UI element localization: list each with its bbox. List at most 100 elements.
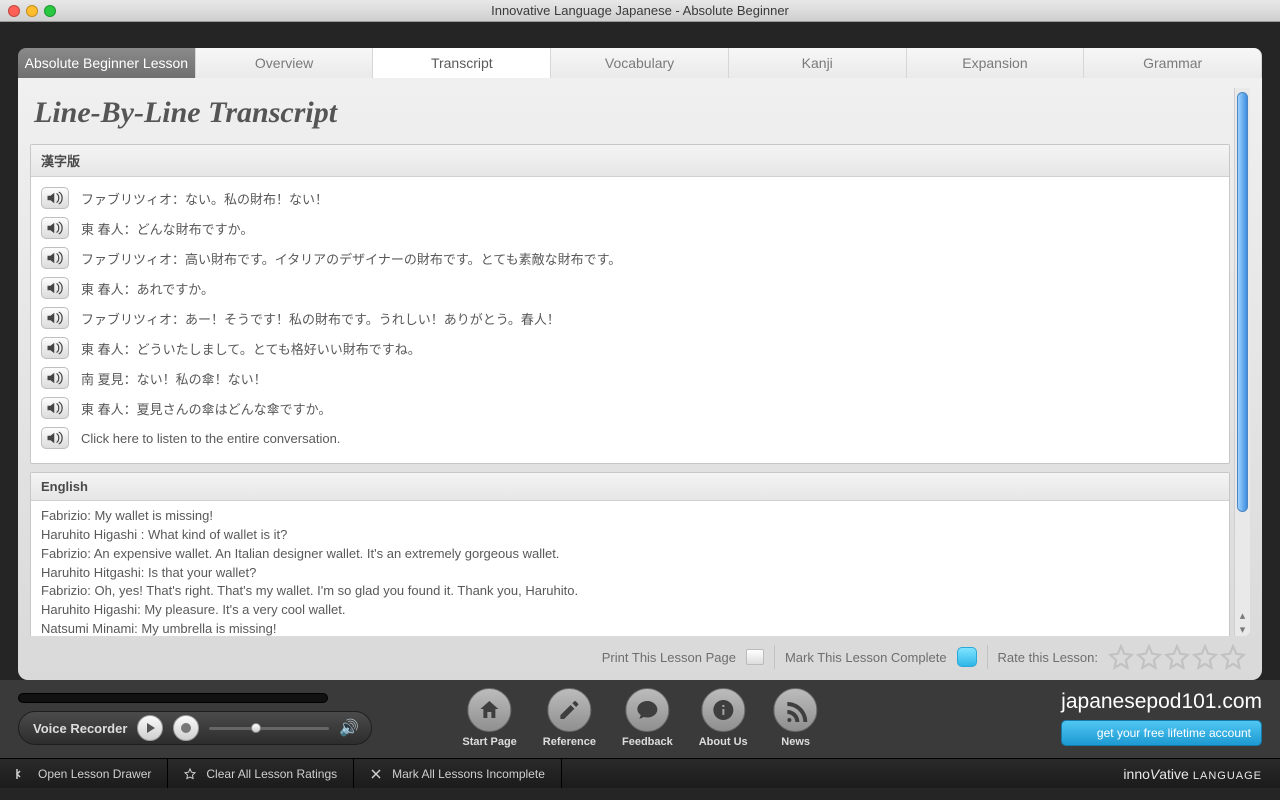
transcript-text: 東 春人：夏見さんの傘はどんな傘ですか。 [81, 399, 331, 418]
tab-grammar[interactable]: Grammar [1084, 48, 1262, 78]
star-4[interactable] [1192, 644, 1218, 670]
open-lesson-drawer-button[interactable]: Open Lesson Drawer [0, 759, 168, 788]
star-3[interactable] [1164, 644, 1190, 670]
transcript-line: 東 春人：あれですか。 [41, 273, 1219, 303]
english-panel-title: English [31, 473, 1229, 501]
play-line-audio-button[interactable] [41, 397, 69, 419]
transcript-text: 東 春人：どういたしまして。とても格好いい財布ですね。 [81, 339, 421, 358]
rate-lesson-label: Rate this Lesson: [998, 650, 1098, 665]
speaker-icon [46, 311, 64, 325]
printer-icon[interactable] [746, 649, 764, 665]
voice-recorder: Voice Recorder 🔊 [18, 711, 372, 745]
content-frame: Line-By-Line Transcript 漢字版 ファブリツィオ：ない。私… [18, 78, 1262, 680]
separator [987, 645, 988, 669]
speaker-icon [46, 251, 64, 265]
print-lesson-link[interactable]: Print This Lesson Page [602, 650, 736, 665]
listen-all-link[interactable]: Click here to listen to the entire conve… [81, 431, 340, 446]
brand-block: japanesepod101.com get your free lifetim… [1061, 690, 1262, 746]
transcript-line: 東 春人：どんな財布ですか。 [41, 213, 1219, 243]
quick-link-feedback[interactable]: Feedback [622, 688, 673, 748]
english-panel: English Fabrizio: My wallet is missing!H… [30, 472, 1230, 636]
rating-stars [1108, 644, 1246, 670]
quick-link-label: Reference [543, 736, 596, 748]
tab-overview[interactable]: Overview [196, 48, 374, 78]
quick-link-reference[interactable]: Reference [543, 688, 596, 748]
star-5[interactable] [1220, 644, 1246, 670]
quick-link-about-us[interactable]: About Us [699, 688, 748, 748]
drawer-icon [16, 768, 28, 780]
quick-link-news[interactable]: News [774, 688, 818, 748]
transcript-text: 南 夏見：ない！私の傘！ない！ [81, 369, 267, 388]
play-line-audio-button[interactable] [41, 307, 69, 329]
page-title: Line-By-Line Transcript [30, 88, 1230, 144]
play-line-audio-button[interactable] [41, 277, 69, 299]
player-bar: Voice Recorder 🔊 Start Page Reference Fe… [0, 680, 1280, 758]
tab-transcript[interactable]: Transcript [373, 48, 551, 78]
english-line: Fabrizio: Oh, yes! That's right. That's … [41, 582, 1219, 601]
scrollbar-down-icon[interactable]: ▾ [1235, 622, 1250, 636]
recorder-play-button[interactable] [137, 715, 163, 741]
voice-recorder-label: Voice Recorder [33, 721, 127, 736]
play-line-audio-button[interactable] [41, 367, 69, 389]
tab-kanji[interactable]: Kanji [729, 48, 907, 78]
transcript-line: ファブリツィオ：あー！そうです！私の財布です。うれしい！ありがとう。春人！ [41, 303, 1219, 333]
transcript-text: 東 春人：あれですか。 [81, 279, 214, 298]
play-all-audio-button[interactable] [41, 427, 69, 449]
star-1[interactable] [1108, 644, 1134, 670]
mark-complete-link[interactable]: Mark This Lesson Complete [785, 650, 947, 665]
quick-link-label: News [781, 736, 810, 748]
tab-vocabulary[interactable]: Vocabulary [551, 48, 729, 78]
clear-all-ratings-button[interactable]: Clear All Lesson Ratings [168, 759, 354, 788]
transcript-text: 東 春人：どんな財布ですか。 [81, 219, 253, 238]
lesson-action-row: Print This Lesson Page Mark This Lesson … [30, 636, 1250, 674]
recorder-record-button[interactable] [173, 715, 199, 741]
playback-progress[interactable] [18, 693, 328, 703]
slider-thumb[interactable] [251, 723, 261, 733]
transcript-line: 南 夏見：ない！私の傘！ない！ [41, 363, 1219, 393]
speaker-icon [46, 371, 64, 385]
mark-complete-checkbox[interactable] [957, 647, 977, 667]
window-titlebar: Innovative Language Japanese - Absolute … [0, 0, 1280, 22]
play-icon [147, 723, 155, 733]
speaker-icon [46, 221, 64, 235]
content-scrollbar[interactable]: ▴ ▾ [1234, 88, 1250, 636]
transcript-text: ファブリツィオ：ない。私の財布！ない！ [81, 189, 328, 208]
kanji-panel-title: 漢字版 [31, 145, 1229, 177]
innovative-language-logo: innoVative LANGUAGE [1105, 766, 1280, 782]
transcript-line: 東 春人：夏見さんの傘はどんな傘ですか。 [41, 393, 1219, 423]
speaker-icon [46, 191, 64, 205]
bottom-bar: Open Lesson Drawer Clear All Lesson Rati… [0, 758, 1280, 788]
star-2[interactable] [1136, 644, 1162, 670]
transcript-line-all: Click here to listen to the entire conve… [41, 423, 1219, 453]
english-line: Natsumi Minami: My umbrella is missing! [41, 620, 1219, 636]
speaker-icon [46, 341, 64, 355]
lesson-indicator-tab[interactable]: Absolute Beginner Lesson 13 [18, 48, 196, 78]
star-outline-icon [184, 768, 196, 780]
play-line-audio-button[interactable] [41, 217, 69, 239]
rss-icon [774, 688, 818, 732]
play-line-audio-button[interactable] [41, 187, 69, 209]
tab-strip: Absolute Beginner Lesson 13 Overview Tra… [18, 46, 1262, 78]
play-line-audio-button[interactable] [41, 337, 69, 359]
speech-bubble-icon [625, 688, 669, 732]
play-line-audio-button[interactable] [41, 247, 69, 269]
quick-link-label: About Us [699, 736, 748, 748]
x-icon [370, 768, 382, 780]
scrollbar-up-icon[interactable]: ▴ [1235, 608, 1250, 622]
recorder-volume-slider[interactable] [209, 727, 329, 730]
quick-link-start-page[interactable]: Start Page [462, 688, 516, 748]
home-icon [468, 688, 512, 732]
mark-all-incomplete-button[interactable]: Mark All Lessons Incomplete [354, 759, 562, 788]
kanji-panel: 漢字版 ファブリツィオ：ない。私の財布！ない！ 東 春人：どんな財布ですか。ファブ… [30, 144, 1230, 464]
brand-cta-button[interactable]: get your free lifetime account [1061, 720, 1262, 746]
tab-expansion[interactable]: Expansion [907, 48, 1085, 78]
transcript-line: ファブリツィオ：高い財布です。イタリアのデザイナーの財布です。とても素敵な財布で… [41, 243, 1219, 273]
english-line: Haruhito Higashi : What kind of wallet i… [41, 526, 1219, 545]
separator [774, 645, 775, 669]
speaker-icon [46, 281, 64, 295]
english-line: Fabrizio: An expensive wallet. An Italia… [41, 545, 1219, 564]
english-line: Haruhito Hitgashi: Is that your wallet? [41, 564, 1219, 583]
quick-link-label: Feedback [622, 736, 673, 748]
scrollbar-thumb[interactable] [1237, 92, 1248, 512]
window-title: Innovative Language Japanese - Absolute … [0, 3, 1280, 18]
